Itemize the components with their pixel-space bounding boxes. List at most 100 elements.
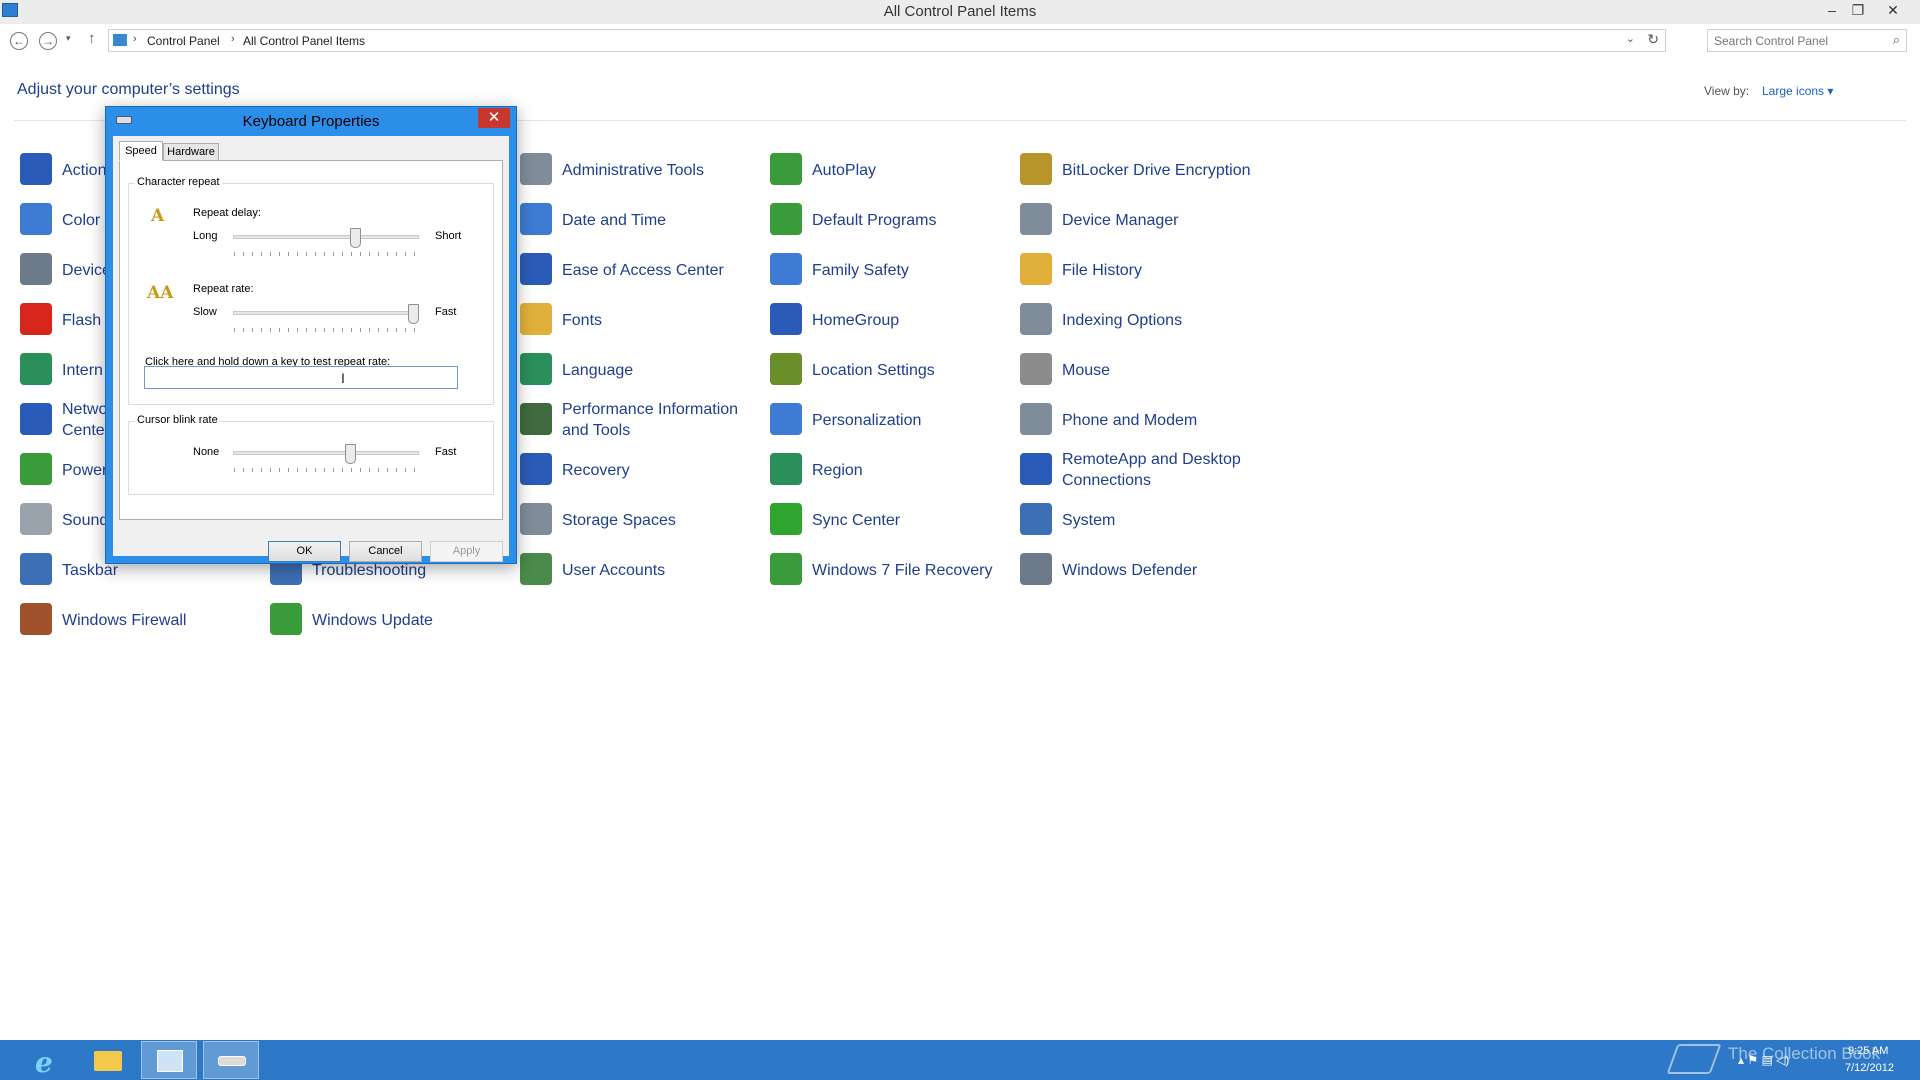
cursor-blink-track	[233, 451, 419, 455]
control-panel-item-label: Default Programs	[812, 211, 937, 229]
control-panel-item[interactable]: Default Programs	[770, 198, 1010, 242]
cursor-blink-ticks	[233, 468, 420, 472]
control-panel-item[interactable]: Windows Firewall	[20, 598, 260, 642]
clock-time[interactable]: 9:25 AM	[1848, 1045, 1888, 1057]
rate-max-label: Fast	[435, 306, 457, 318]
control-panel-item[interactable]: Sync Center	[770, 498, 1010, 542]
close-window-button[interactable]: ✕	[1880, 0, 1906, 22]
control-panel-item-label: BitLocker Drive Encryption	[1062, 161, 1251, 179]
recovery-icon	[520, 453, 552, 485]
control-panel-item-label: Windows 7 File Recovery	[812, 561, 993, 579]
control-panel-item[interactable]: Windows Update	[270, 598, 510, 642]
control-panel-item[interactable]: Performance Information and Tools	[520, 398, 760, 442]
taskbar-file-explorer[interactable]	[80, 1041, 136, 1079]
flash-player-icon	[20, 303, 52, 335]
control-panel-item[interactable]: BitLocker Drive Encryption	[1020, 148, 1260, 192]
color-management-icon	[20, 203, 52, 235]
cursor-blink-slider[interactable]	[345, 444, 356, 464]
control-panel-item-label: Performance Information and Tools	[562, 401, 739, 439]
refresh-icon[interactable]: ↻	[1647, 31, 1659, 48]
control-panel-item-label: Language	[562, 361, 634, 379]
performance-icon	[520, 403, 552, 435]
tab-speed[interactable]: Speed	[119, 141, 163, 161]
breadcrumb-all-items[interactable]: All Control Panel Items	[243, 34, 365, 48]
control-panel-item[interactable]: RemoteApp and Desktop Connections	[1020, 448, 1260, 492]
control-panel-item[interactable]: System	[1020, 498, 1260, 542]
control-panel-item[interactable]: User Accounts	[520, 548, 760, 592]
taskbar-control-panel[interactable]	[141, 1041, 197, 1079]
text-cursor: I	[341, 370, 345, 386]
view-by-dropdown[interactable]: Large icons ▾	[1762, 84, 1833, 98]
control-panel-item[interactable]: File History	[1020, 248, 1260, 292]
control-panel-item[interactable]: Location Settings	[770, 348, 1010, 392]
control-panel-item[interactable]: HomeGroup	[770, 298, 1010, 342]
location-settings-icon	[770, 353, 802, 385]
blink-min-label: None	[193, 446, 220, 458]
repeat-rate-icon: AA	[147, 283, 174, 303]
control-panel-item[interactable]: Fonts	[520, 298, 760, 342]
control-panel-item-label: Device Manager	[1062, 211, 1179, 229]
dialog-close-button[interactable]: ✕	[478, 108, 510, 128]
breadcrumb-separator[interactable]: ›	[231, 33, 235, 45]
control-panel-item[interactable]: Personalization	[770, 398, 1010, 442]
repeat-delay-slider[interactable]	[350, 228, 362, 248]
tray-icons[interactable]: ▴ ⚑ ▤ ◁)	[1738, 1053, 1789, 1067]
forward-button[interactable]: →	[39, 32, 57, 50]
control-panel-item-label: Recovery	[562, 461, 630, 479]
control-panel-item[interactable]: Indexing Options	[1020, 298, 1260, 342]
control-panel-item[interactable]: Mouse	[1020, 348, 1260, 392]
control-panel-item[interactable]: Windows 7 File Recovery	[770, 548, 1010, 592]
control-panel-item[interactable]: Recovery	[520, 448, 760, 492]
control-panel-item-label: File History	[1062, 261, 1143, 279]
control-panel-item[interactable]: Windows Defender	[1020, 548, 1260, 592]
control-panel-item[interactable]: Date and Time	[520, 198, 760, 242]
repeat-rate-track	[233, 311, 419, 315]
repeat-delay-ticks	[233, 252, 420, 256]
windows-update-icon	[270, 603, 302, 635]
apply-button[interactable]: Apply	[430, 541, 503, 562]
control-panel-item[interactable]: Phone and Modem	[1020, 398, 1260, 442]
recent-locations-button[interactable]: ▾	[66, 33, 71, 44]
taskbar-internet-explorer[interactable]: e	[18, 1041, 74, 1079]
control-panel-item[interactable]: AutoPlay	[770, 148, 1010, 192]
mouse-icon	[1020, 353, 1052, 385]
minimize-button[interactable]: –	[1819, 0, 1845, 22]
control-panel-item[interactable]: Device Manager	[1020, 198, 1260, 242]
internet-explorer-icon: e	[35, 1046, 53, 1079]
clock-date[interactable]: 7/12/2012	[1845, 1062, 1894, 1074]
ok-button[interactable]: OK	[268, 541, 341, 562]
breadcrumb-separator[interactable]: ›	[133, 33, 137, 45]
search-icon[interactable]: ⌕	[1893, 32, 1900, 48]
control-panel-item-label: Windows Defender	[1062, 561, 1198, 579]
control-panel-item[interactable]: Language	[520, 348, 760, 392]
address-dropdown-button[interactable]: ⌄	[1626, 32, 1635, 45]
homegroup-icon	[770, 303, 802, 335]
windows-defender-icon	[1020, 553, 1052, 585]
control-panel-item-label: System	[1062, 511, 1116, 529]
tab-hardware[interactable]: Hardware	[163, 143, 219, 161]
control-panel-item-label: Indexing Options	[1062, 311, 1183, 329]
up-button[interactable]: ↑	[88, 30, 96, 47]
control-panel-item[interactable]: Administrative Tools	[520, 148, 760, 192]
admin-tools-icon	[520, 153, 552, 185]
fonts-icon	[520, 303, 552, 335]
control-panel-item-label: User Accounts	[562, 561, 666, 579]
breadcrumb-control-panel[interactable]: Control Panel	[147, 34, 220, 48]
search-input[interactable]: Search Control Panel ⌕	[1707, 29, 1907, 52]
cursor-blink-group: Cursor blink rate None Fast	[128, 414, 494, 495]
control-panel-icon	[157, 1050, 183, 1072]
repeat-rate-slider[interactable]	[408, 304, 419, 324]
restore-button[interactable]: ❐	[1845, 0, 1871, 22]
control-panel-item[interactable]: Ease of Access Center	[520, 248, 760, 292]
control-panel-item[interactable]: Storage Spaces	[520, 498, 760, 542]
blink-max-label: Fast	[435, 446, 457, 458]
control-panel-item[interactable]: Family Safety	[770, 248, 1010, 292]
watermark-book-icon	[1666, 1044, 1722, 1074]
cancel-button[interactable]: Cancel	[349, 541, 422, 562]
back-button[interactable]: ←	[10, 32, 28, 50]
address-bar[interactable]: › Control Panel › All Control Panel Item…	[108, 29, 1666, 52]
keyboard-icon	[218, 1056, 246, 1066]
test-repeat-input[interactable]: I	[144, 366, 458, 389]
taskbar-keyboard-properties[interactable]	[203, 1041, 259, 1079]
control-panel-item[interactable]: Region	[770, 448, 1010, 492]
